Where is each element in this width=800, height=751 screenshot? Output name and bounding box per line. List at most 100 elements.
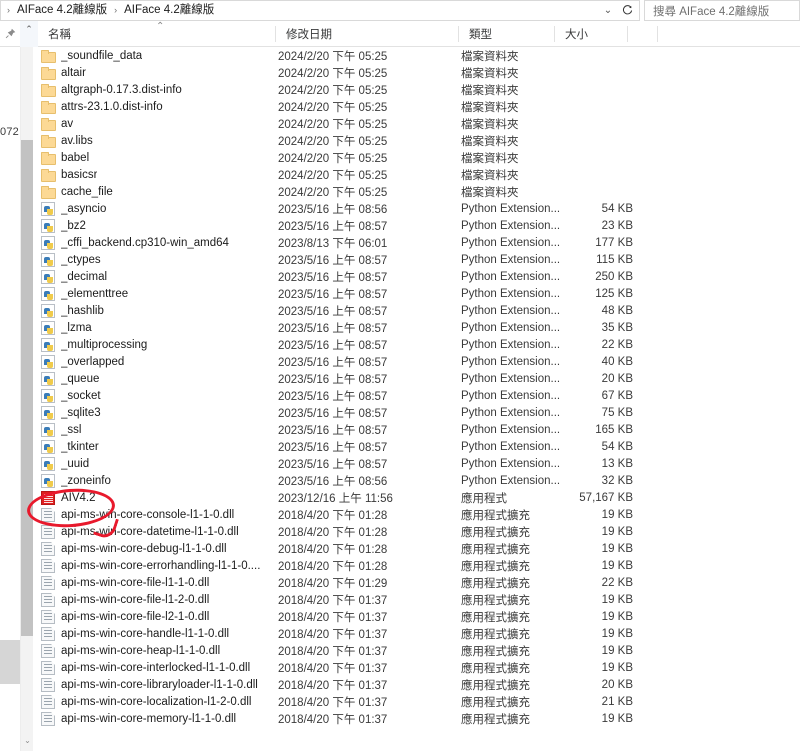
file-row[interactable]: _tkinter 2023/5/16 上午 08:57 Python Extensi… <box>33 438 800 455</box>
file-row[interactable]: _overlapped 2023/5/16 上午 08:57 Python Exte… <box>33 353 800 370</box>
file-row[interactable]: api-ms-win-core-interlocked-l1-1-0.dll 20… <box>33 659 800 676</box>
file-row-name-cell[interactable]: api-ms-win-core-localization-l1-2-0.dll <box>33 694 278 709</box>
file-row-name-cell[interactable]: av.libs <box>33 134 278 148</box>
file-row[interactable]: basicsr 2024/2/20 下午 05:25 檔案資料夾 <box>33 166 800 183</box>
file-row[interactable]: _cffi_backend.cp310-win_amd64 2023/8/13 下… <box>33 234 800 251</box>
file-row-name-cell[interactable]: api-ms-win-core-libraryloader-l1-1-0.dll <box>33 677 278 692</box>
file-row-name-cell[interactable]: api-ms-win-core-file-l2-1-0.dll <box>33 609 278 624</box>
file-row[interactable]: babel 2024/2/20 下午 05:25 檔案資料夾 <box>33 149 800 166</box>
file-row-name-cell[interactable]: _multiprocessing <box>33 337 278 352</box>
file-row[interactable]: api-ms-win-core-localization-l1-2-0.dll 2… <box>33 693 800 710</box>
file-row[interactable]: _multiprocessing 2023/5/16 上午 08:57 Python… <box>33 336 800 353</box>
file-row-name-cell[interactable]: _uuid <box>33 456 278 471</box>
file-row-name-cell[interactable]: api-ms-win-core-handle-l1-1-0.dll <box>33 626 278 641</box>
file-row-name-cell[interactable]: attrs-23.1.0.dist-info <box>33 100 278 114</box>
file-row[interactable]: _elementtree 2023/5/16 上午 08:57 Python Ext… <box>33 285 800 302</box>
breadcrumb[interactable]: › AIFace 4.2離線版 › AIFace 4.2離線版 ⌄ <box>0 0 640 21</box>
column-header-extra[interactable] <box>628 21 658 47</box>
file-type: Python Extension... <box>461 389 561 402</box>
vertical-scrollbar[interactable]: ⌄ <box>20 47 34 751</box>
file-type: 應用程式擴充 <box>461 679 530 692</box>
file-row[interactable]: _sqlite3 2023/5/16 上午 08:57 Python Extensi… <box>33 404 800 421</box>
file-row[interactable]: _socket 2023/5/16 上午 08:57 Python Extensio… <box>33 387 800 404</box>
file-row[interactable]: _zoneinfo 2023/5/16 上午 08:56 Python Extens… <box>33 472 800 489</box>
refresh-icon[interactable] <box>617 5 637 16</box>
file-row-name-cell[interactable]: _bz2 <box>33 218 278 233</box>
file-size: 67 KB <box>601 389 633 402</box>
file-name-label: api-ms-win-core-handle-l1-1-0.dll <box>61 627 230 640</box>
file-row[interactable]: altgraph-0.17.3.dist-info 2024/2/20 下午 05… <box>33 81 800 98</box>
file-row[interactable]: attrs-23.1.0.dist-info 2024/2/20 下午 05:25… <box>33 98 800 115</box>
file-row[interactable]: _lzma 2023/5/16 上午 08:57 Python Extension.… <box>33 319 800 336</box>
file-row-name-cell[interactable]: api-ms-win-core-heap-l1-1-0.dll <box>33 643 278 658</box>
file-row[interactable]: av.libs 2024/2/20 下午 05:25 檔案資料夾 <box>33 132 800 149</box>
file-row[interactable]: api-ms-win-core-datetime-l1-1-0.dll 2018/… <box>33 523 800 540</box>
file-row-name-cell[interactable]: _soundfile_data <box>33 49 278 63</box>
python-extension-icon <box>41 354 55 369</box>
file-row[interactable]: av 2024/2/20 下午 05:25 檔案資料夾 <box>33 115 800 132</box>
file-row[interactable]: altair 2024/2/20 下午 05:25 檔案資料夾 <box>33 64 800 81</box>
file-row-name-cell[interactable]: api-ms-win-core-interlocked-l1-1-0.dll <box>33 660 278 675</box>
file-row[interactable]: api-ms-win-core-handle-l1-1-0.dll 2018/4/… <box>33 625 800 642</box>
file-row[interactable]: api-ms-win-core-file-l1-2-0.dll 2018/4/20… <box>33 591 800 608</box>
file-row[interactable]: _ctypes 2023/5/16 上午 08:57 Python Extensio… <box>33 251 800 268</box>
file-row-name-cell[interactable]: _asyncio <box>33 201 278 216</box>
file-row[interactable]: _bz2 2023/5/16 上午 08:57 Python Extension..… <box>33 217 800 234</box>
file-row-name-cell[interactable]: _decimal <box>33 269 278 284</box>
breadcrumb-item-current[interactable]: AIFace 4.2離線版 <box>121 4 217 18</box>
file-row[interactable]: _soundfile_data 2024/2/20 下午 05:25 檔案資料夾 <box>33 47 800 64</box>
file-row[interactable]: api-ms-win-core-libraryloader-l1-1-0.dll… <box>33 676 800 693</box>
file-row-name-cell[interactable]: _hashlib <box>33 303 278 318</box>
file-list[interactable]: _soundfile_data 2024/2/20 下午 05:25 檔案資料夾 al… <box>33 47 800 751</box>
chevron-down-icon[interactable]: ⌄ <box>599 5 617 16</box>
column-header-type[interactable]: 類型 <box>459 21 555 47</box>
file-date-modified: 2018/4/20 下午 01:28 <box>278 509 388 522</box>
file-row[interactable]: api-ms-win-core-file-l2-1-0.dll 2018/4/20… <box>33 608 800 625</box>
file-row[interactable]: _queue 2023/5/16 上午 08:57 Python Extension… <box>33 370 800 387</box>
file-row-name-cell[interactable]: _ctypes <box>33 252 278 267</box>
column-header-date-modified[interactable]: 修改日期 <box>276 21 459 47</box>
column-scroll-up-icon[interactable]: ⌃ <box>20 20 38 47</box>
file-row-name-cell[interactable]: _cffi_backend.cp310-win_amd64 <box>33 235 278 250</box>
file-row[interactable]: api-ms-win-core-debug-l1-1-0.dll 2018/4/2… <box>33 540 800 557</box>
file-row-name-cell[interactable]: av <box>33 117 278 131</box>
file-row[interactable]: _ssl 2023/5/16 上午 08:57 Python Extension..… <box>33 421 800 438</box>
file-row[interactable]: _uuid 2023/5/16 上午 08:57 Python Extension.… <box>33 455 800 472</box>
file-row-name-cell[interactable]: _overlapped <box>33 354 278 369</box>
file-row-name-cell[interactable]: _elementtree <box>33 286 278 301</box>
file-row-name-cell[interactable]: api-ms-win-core-file-l1-2-0.dll <box>33 592 278 607</box>
file-row-name-cell[interactable]: babel <box>33 151 278 165</box>
file-row[interactable]: api-ms-win-core-heap-l1-1-0.dll 2018/4/20… <box>33 642 800 659</box>
file-row-name-cell[interactable]: _sqlite3 <box>33 405 278 420</box>
file-row-name-cell[interactable]: _tkinter <box>33 439 278 454</box>
file-row-name-cell[interactable]: cache_file <box>33 185 278 199</box>
file-row-name-cell[interactable]: _zoneinfo <box>33 473 278 488</box>
file-row-name-cell[interactable]: api-ms-win-core-datetime-l1-1-0.dll <box>33 524 278 539</box>
file-row-name-cell[interactable]: api-ms-win-core-errorhandling-l1-1-0.... <box>33 558 278 573</box>
file-row-name-cell[interactable]: altair <box>33 66 278 80</box>
file-row-name-cell[interactable]: _socket <box>33 388 278 403</box>
file-row-name-cell[interactable]: basicsr <box>33 168 278 182</box>
file-row-name-cell[interactable]: api-ms-win-core-file-l1-1-0.dll <box>33 575 278 590</box>
column-header-name[interactable]: 名稱 ⌃ <box>38 21 276 47</box>
search-input[interactable]: 搜尋 AIFace 4.2離線版 <box>644 0 800 21</box>
file-row[interactable]: cache_file 2024/2/20 下午 05:25 檔案資料夾 <box>33 183 800 200</box>
file-row[interactable]: api-ms-win-core-file-l1-1-0.dll 2018/4/20… <box>33 574 800 591</box>
file-row[interactable]: _decimal 2023/5/16 上午 08:57 Python Extensi… <box>33 268 800 285</box>
column-header-size[interactable]: 大小 <box>555 21 628 47</box>
file-row-name-cell[interactable]: altgraph-0.17.3.dist-info <box>33 83 278 97</box>
file-row-name-cell[interactable]: api-ms-win-core-console-l1-1-0.dll <box>33 507 278 522</box>
file-row-name-cell[interactable]: _queue <box>33 371 278 386</box>
breadcrumb-item-root[interactable]: AIFace 4.2離線版 <box>14 4 110 18</box>
file-row-name-cell[interactable]: api-ms-win-core-debug-l1-1-0.dll <box>33 541 278 556</box>
file-row-name-cell[interactable]: _lzma <box>33 320 278 335</box>
file-row[interactable]: api-ms-win-core-memory-l1-1-0.dll 2018/4/… <box>33 710 800 727</box>
file-row-name-cell[interactable]: AIV4.2 <box>33 490 278 505</box>
file-row[interactable]: _asyncio 2023/5/16 上午 08:56 Python Extensi… <box>33 200 800 217</box>
file-row[interactable]: api-ms-win-core-errorhandling-l1-1-0....… <box>33 557 800 574</box>
file-row[interactable]: AIV4.2 2023/12/16 上午 11:56 應用程式 57,167 KB <box>33 489 800 506</box>
file-row-name-cell[interactable]: _ssl <box>33 422 278 437</box>
file-row[interactable]: api-ms-win-core-console-l1-1-0.dll 2018/4… <box>33 506 800 523</box>
file-row[interactable]: _hashlib 2023/5/16 上午 08:57 Python Extensi… <box>33 302 800 319</box>
file-row-name-cell[interactable]: api-ms-win-core-memory-l1-1-0.dll <box>33 711 278 726</box>
